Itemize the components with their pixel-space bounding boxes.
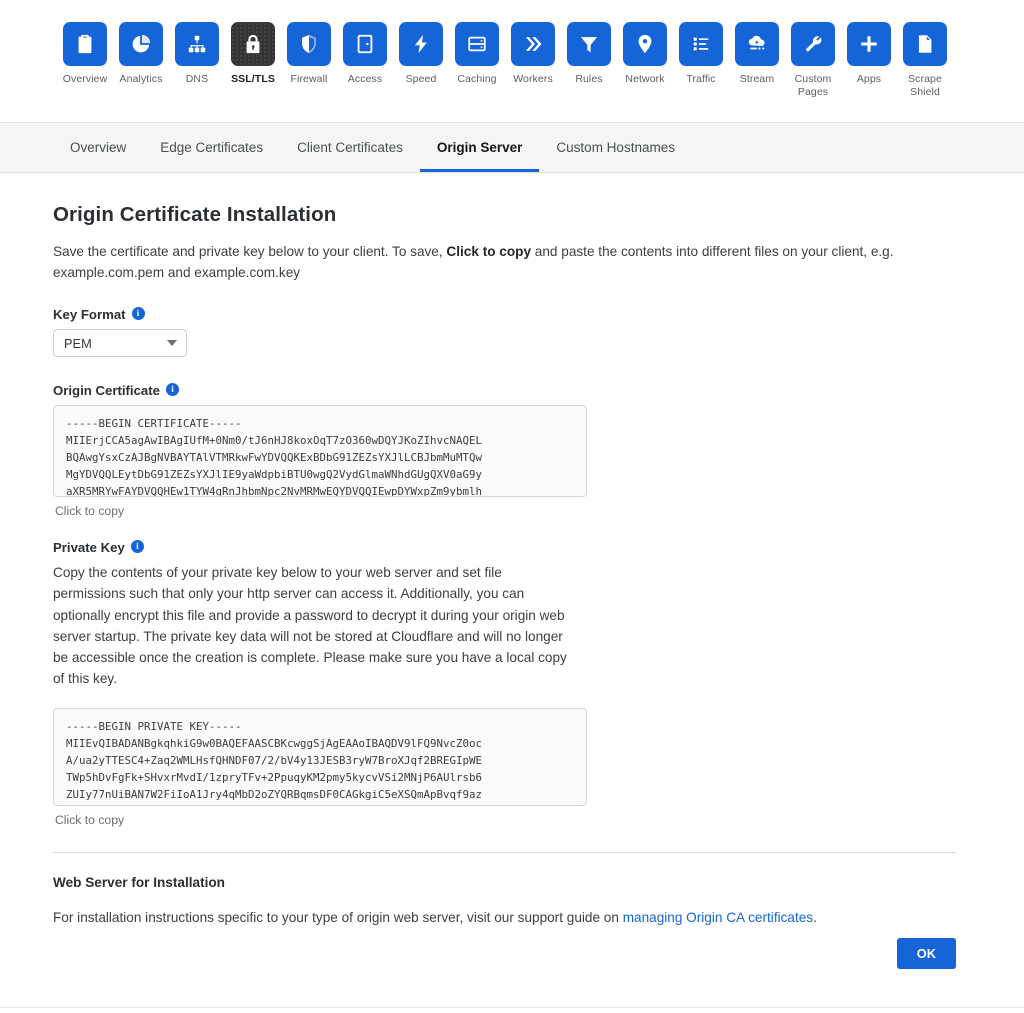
- private-key-label-row: Private Key i: [53, 540, 971, 555]
- nav-item-access[interactable]: Access: [337, 22, 393, 98]
- private-key-textbox[interactable]: -----BEGIN PRIVATE KEY----- MIIEvQIBADAN…: [53, 707, 587, 806]
- web-server-help-text: For installation instructions specific t…: [53, 908, 971, 928]
- nav-item-custom-pages[interactable]: Custom Pages: [785, 22, 841, 98]
- nav-label: Scrape Shield: [908, 73, 942, 98]
- intro-text: Save the certificate and private key bel…: [53, 241, 923, 283]
- private-key-description: Copy the contents of your private key be…: [53, 565, 567, 687]
- nav-label: Rules: [575, 73, 603, 85]
- tab-overview[interactable]: Overview: [53, 123, 143, 172]
- nav-label: Overview: [62, 73, 108, 85]
- door-icon: [343, 22, 387, 66]
- shield-icon: [287, 22, 331, 66]
- sitemap-icon: [175, 22, 219, 66]
- tab-origin-server[interactable]: Origin Server: [419, 123, 540, 172]
- tab-custom-hostnames[interactable]: Custom Hostnames: [539, 123, 692, 172]
- managing-origin-ca-certificates-link[interactable]: managing Origin CA certificates: [623, 910, 813, 925]
- info-icon[interactable]: i: [166, 383, 179, 396]
- cloud-play-icon: [735, 22, 779, 66]
- chevrons-icon: [511, 22, 555, 66]
- sub-nav-tabs: Overview Edge Certificates Client Certif…: [0, 123, 1024, 173]
- bottom-divider: [0, 1007, 1024, 1008]
- nav-label: Access: [347, 73, 383, 85]
- nav-item-workers[interactable]: Workers: [505, 22, 561, 98]
- origin-certificate-textbox[interactable]: -----BEGIN CERTIFICATE----- MIIErjCCA5ag…: [53, 405, 587, 497]
- nav-label: Firewall: [290, 73, 328, 85]
- nav-label: Workers: [513, 73, 553, 85]
- funnel-icon: [567, 22, 611, 66]
- key-format-select-wrap: PEM: [53, 329, 187, 357]
- origin-certificate-label: Origin Certificate: [53, 383, 160, 398]
- nav-item-overview[interactable]: Overview: [57, 22, 113, 98]
- nav-item-apps[interactable]: Apps: [841, 22, 897, 98]
- map-pin-icon: [623, 22, 667, 66]
- web-server-section-title: Web Server for Installation: [53, 874, 225, 890]
- private-key-click-to-copy[interactable]: Click to copy: [55, 813, 971, 827]
- origin-certificate-label-row: Origin Certificate i: [53, 383, 971, 398]
- bolt-icon: [399, 22, 443, 66]
- intro-bold-click-to-copy: Click to copy: [446, 244, 532, 259]
- nav-item-stream[interactable]: Stream: [729, 22, 785, 98]
- nav-label: Stream: [739, 73, 775, 85]
- pie-chart-icon: [119, 22, 163, 66]
- app-nav: Overview Analytics DNS SSL/TLS Firewall: [0, 0, 1024, 123]
- ok-button-row: OK: [53, 937, 956, 969]
- nav-item-scrape-shield[interactable]: Scrape Shield: [897, 22, 953, 98]
- document-icon: [903, 22, 947, 66]
- nav-label: Analytics: [119, 73, 163, 85]
- intro-part-1: Save the certificate and private key bel…: [53, 244, 447, 259]
- web-server-text-before: For installation instructions specific t…: [53, 909, 623, 925]
- page-title: Origin Certificate Installation: [53, 203, 337, 226]
- list-icon: [679, 22, 723, 66]
- nav-item-caching[interactable]: Caching: [449, 22, 505, 98]
- key-format-label: Key Format: [53, 307, 126, 322]
- main-content: Origin Certificate Installation Save the…: [0, 173, 1024, 1013]
- origin-certificate-click-to-copy[interactable]: Click to copy: [55, 504, 971, 518]
- nav-item-traffic[interactable]: Traffic: [673, 22, 729, 98]
- nav-item-firewall[interactable]: Firewall: [281, 22, 337, 98]
- nav-item-rules[interactable]: Rules: [561, 22, 617, 98]
- nav-item-speed[interactable]: Speed: [393, 22, 449, 98]
- nav-label: Speed: [405, 73, 437, 85]
- nav-item-dns[interactable]: DNS: [169, 22, 225, 98]
- app-nav-items: Overview Analytics DNS SSL/TLS Firewall: [0, 22, 1024, 98]
- nav-label: SSL/TLS: [231, 73, 275, 85]
- nav-label: Apps: [856, 73, 882, 85]
- private-key-label: Private Key: [53, 540, 125, 555]
- ok-button[interactable]: OK: [896, 937, 956, 969]
- tab-edge-certificates[interactable]: Edge Certificates: [143, 123, 280, 172]
- nav-item-analytics[interactable]: Analytics: [113, 22, 169, 98]
- lock-icon: [231, 22, 275, 66]
- key-format-label-row: Key Format i: [53, 307, 971, 322]
- section-divider: [53, 851, 956, 853]
- nav-label: Network: [625, 73, 665, 85]
- web-server-text-after: .: [813, 909, 817, 925]
- key-format-selected-value: PEM: [64, 335, 92, 351]
- nav-label: Traffic: [686, 73, 716, 85]
- database-icon: [455, 22, 499, 66]
- key-format-select[interactable]: PEM: [53, 329, 187, 357]
- nav-label: Custom Pages: [794, 73, 832, 98]
- nav-label: DNS: [185, 73, 209, 85]
- info-icon[interactable]: i: [131, 307, 145, 320]
- plus-icon: [847, 22, 891, 66]
- tab-client-certificates[interactable]: Client Certificates: [280, 123, 420, 172]
- info-icon[interactable]: i: [130, 540, 144, 553]
- clipboard-icon: [63, 22, 107, 66]
- nav-label: Caching: [457, 73, 497, 85]
- wrench-icon: [791, 22, 835, 66]
- nav-item-network[interactable]: Network: [617, 22, 673, 98]
- nav-item-ssl-tls[interactable]: SSL/TLS: [225, 22, 281, 98]
